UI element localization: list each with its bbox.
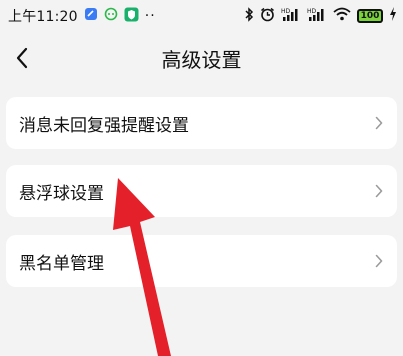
setting-floating-ball[interactable]: 悬浮球设置	[6, 165, 397, 217]
charging-icon	[389, 7, 397, 25]
setting-label: 黑名单管理	[19, 253, 104, 274]
setting-label: 悬浮球设置	[19, 183, 104, 204]
hd-signal-icon: HD	[281, 7, 301, 26]
chevron-right-icon	[375, 254, 383, 268]
setting-unreplied-reminder[interactable]: 消息未回复强提醒设置	[6, 97, 397, 149]
page-title: 高级设置	[161, 47, 242, 72]
more-notifications-dots: ··	[144, 8, 156, 24]
setting-blacklist[interactable]: 黑名单管理	[6, 235, 397, 287]
shield-app-icon	[124, 7, 139, 26]
status-right: HD HD 100	[244, 6, 397, 26]
status-bar: 上午11:20 ·· HD HD 100	[0, 0, 403, 32]
header: 高级设置	[0, 32, 403, 84]
screen: 上午11:20 ·· HD HD 100 高级设置 消息未回复强提醒设置 悬浮球…	[0, 0, 403, 356]
chevron-left-icon	[16, 47, 28, 69]
hd-signal-icon: HD	[307, 7, 327, 26]
battery-indicator: 100	[357, 9, 383, 23]
chat-icon	[104, 7, 118, 25]
status-time: 上午11:20	[8, 9, 78, 25]
bluetooth-icon	[244, 6, 254, 26]
note-icon	[84, 7, 98, 25]
back-button[interactable]	[10, 46, 34, 70]
chevron-right-icon	[375, 116, 383, 130]
alarm-icon	[260, 7, 275, 26]
status-left: 上午11:20 ··	[8, 6, 156, 26]
wifi-icon	[333, 7, 351, 25]
setting-label: 消息未回复强提醒设置	[19, 115, 189, 136]
svg-text:HD: HD	[307, 8, 317, 15]
chevron-right-icon	[375, 184, 383, 198]
svg-text:HD: HD	[281, 8, 291, 15]
